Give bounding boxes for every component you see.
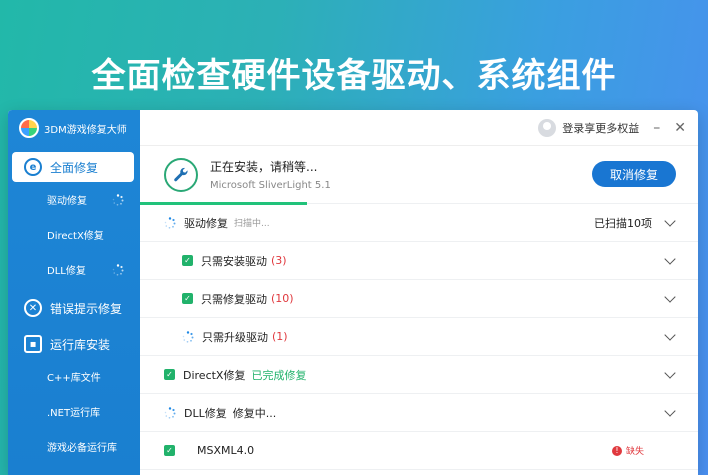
upgrade-only-label: 只需升级驱动 [202, 330, 268, 344]
chevron-down-icon[interactable] [664, 329, 676, 341]
app-brand: 3DM游戏修复大师 [8, 110, 140, 146]
driver-repair-label: 驱动修复 [184, 216, 228, 230]
chevron-down-icon[interactable] [664, 253, 676, 265]
title-bar: 登录享更多权益 – ✕ [140, 110, 698, 146]
install-status: 正在安装，请稍等... Microsoft SliverLight 5.1 取消… [140, 146, 698, 205]
sidebar-item-error-repair[interactable]: ✕ 错误提示修复 [12, 293, 134, 323]
sidebar-item-driver-repair[interactable]: 驱动修复 [8, 182, 140, 217]
checkbox-checked-icon[interactable]: ✓ [164, 445, 175, 456]
dll-label: DLL修复 [184, 406, 227, 420]
sidebar-item-game-runtime[interactable]: 游戏必备运行库 [8, 429, 140, 464]
loading-spinner-icon [164, 406, 176, 419]
list-item-msxml[interactable]: ✓ MSXML4.0 ! 缺失 [140, 432, 698, 470]
sidebar-item-directx-repair[interactable]: DirectX修复 [8, 217, 140, 252]
app-window: 3DM游戏修复大师 e 全面修复 驱动修复 DirectX修复 DLL修复 ✕ … [8, 110, 698, 475]
close-icon[interactable]: ✕ [674, 120, 686, 136]
error-repair-icon: ✕ [24, 299, 42, 317]
sidebar-item-net-runtime[interactable]: .NET运行库 [8, 394, 140, 429]
installing-text: 正在安装，请稍等... [210, 160, 318, 174]
list-item-repair-only[interactable]: ✓ 只需修复驱动 (10) [140, 280, 698, 318]
checkbox-checked-icon[interactable]: ✓ [182, 255, 193, 266]
headline: 全面检查硬件设备驱动、系统组件 [91, 56, 617, 96]
list-item-driver-repair[interactable]: 驱动修复 扫描中... 已扫描10项 [140, 204, 698, 242]
cancel-repair-button[interactable]: 取消修复 [592, 161, 676, 187]
install-only-label: 只需安装驱动 [201, 254, 267, 268]
sidebar-item-full-repair[interactable]: e 全面修复 [12, 152, 134, 182]
avatar[interactable] [538, 118, 557, 137]
chevron-down-icon[interactable] [664, 405, 676, 417]
sidebar-item-cpp-lib[interactable]: C++库文件 [8, 359, 140, 394]
component-name: Microsoft SliverLight 5.1 [210, 180, 331, 191]
dll-status: 修复中... [232, 406, 277, 420]
app-title: 3DM游戏修复大师 [44, 124, 127, 136]
directx-status: 已完成修复 [251, 368, 307, 382]
directx-label: DirectX修复 [183, 368, 246, 382]
msxml-label: MSXML4.0 [197, 444, 255, 457]
warning-icon: ! [611, 445, 622, 456]
repair-only-count: (10) [271, 292, 294, 305]
minimize-icon[interactable]: – [653, 120, 660, 136]
chevron-down-icon[interactable] [664, 215, 676, 227]
chevron-down-icon[interactable] [664, 367, 676, 379]
wrench-icon [164, 157, 198, 192]
loading-spinner-icon [112, 193, 124, 206]
list-item-dll[interactable]: DLL修复 修复中... [140, 394, 698, 432]
checkbox-checked-icon[interactable]: ✓ [164, 369, 175, 380]
main-panel: 登录享更多权益 – ✕ 正在安装，请稍等... Microsoft Sliver… [140, 110, 698, 475]
chevron-down-icon[interactable] [664, 291, 676, 303]
list-item-install-only[interactable]: ✓ 只需安装驱动 (3) [140, 242, 698, 280]
list-item-upgrade-only[interactable]: 只需升级驱动 (1) [140, 318, 698, 356]
loading-spinner-icon [182, 330, 194, 343]
upgrade-only-count: (1) [272, 330, 288, 343]
scanning-text: 扫描中... [234, 219, 270, 229]
full-repair-icon: e [24, 158, 42, 176]
sidebar-item-dll-repair[interactable]: DLL修复 [8, 252, 140, 287]
runtime-install-icon: ▪ [24, 335, 42, 353]
app-logo-icon [19, 118, 39, 138]
login-link[interactable]: 登录享更多权益 [562, 120, 639, 136]
scanned-count: 已扫描10项 [594, 216, 652, 230]
loading-spinner-icon [112, 263, 124, 276]
repair-only-label: 只需修复驱动 [201, 292, 267, 306]
list-item-directx[interactable]: ✓ DirectX修复 已完成修复 [140, 356, 698, 394]
install-only-count: (3) [271, 254, 287, 267]
loading-spinner-icon [164, 216, 176, 229]
checkbox-checked-icon[interactable]: ✓ [182, 293, 193, 304]
missing-badge: ! 缺失 [611, 444, 644, 457]
sidebar-item-runtime-install[interactable]: ▪ 运行库安装 [12, 329, 134, 359]
sidebar: 3DM游戏修复大师 e 全面修复 驱动修复 DirectX修复 DLL修复 ✕ … [8, 110, 140, 475]
